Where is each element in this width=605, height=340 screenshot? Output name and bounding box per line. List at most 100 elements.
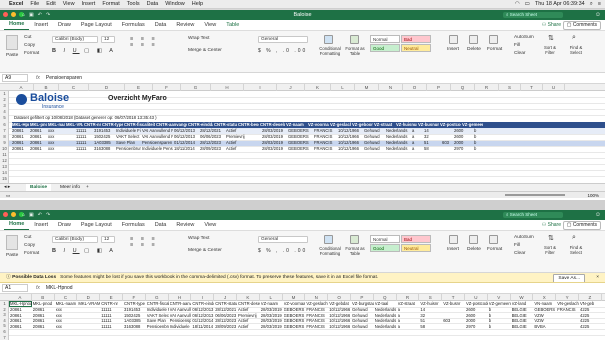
conditional-formatting-button[interactable]: Conditional Formatting [318,46,342,56]
table-cell[interactable] [248,128,261,133]
csv-header-cell[interactable]: VZ-gemeente [489,301,511,306]
csv-cell[interactable]: Nederlands [375,318,397,323]
csv-cell[interactable]: FRANCIS [306,313,328,318]
csv-cell[interactable] [78,318,100,323]
name-box[interactable]: A9 [2,74,28,82]
save-as-button[interactable]: Save As... [553,274,585,282]
search-sheet-input[interactable]: ⌕ Search Sheet [503,12,563,18]
csv-header-cell[interactable]: CNTR-eindd [192,301,214,306]
insert-cells-button[interactable]: Insert [447,247,459,252]
csv-header-cell[interactable]: VZ-geslacht [306,301,328,306]
insert-cells-icon[interactable] [449,235,458,244]
csv-header-cell[interactable]: VZ-burgstaat [352,301,374,306]
csv-cell[interactable]: Individuele [170,324,192,329]
menu-data[interactable]: Data [147,0,159,9]
csv-cell[interactable]: a [398,307,420,312]
table-cell[interactable]: Gehuwd [364,134,385,139]
csv-header-cell[interactable]: VZ-land [512,301,534,306]
redo-icon[interactable]: ↷ [46,10,50,20]
csv-cell[interactable]: VZW [534,318,556,323]
column-header[interactable]: L [260,294,283,301]
table-header-cell[interactable]: VZ-geslacht [330,122,351,127]
table-cell[interactable]: 3163088 [94,146,115,151]
csv-cell[interactable]: Gehuwd [352,318,374,323]
cell-style-normal[interactable]: Normal [370,35,400,43]
column-header[interactable]: Y [556,294,579,301]
csv-cell[interactable]: 10/12/1966 [329,307,351,312]
format-painter-button[interactable]: Format [24,251,39,256]
delete-cells-button[interactable]: Delete [467,47,481,52]
font-size-select[interactable]: 12 [101,36,115,43]
csv-cell[interactable] [78,324,100,329]
table-cell[interactable]: 3191453 [94,128,115,133]
csv-cell[interactable]: FRANCIS [306,318,328,323]
csv-cell[interactable]: 20861 [10,324,32,329]
formula-input[interactable]: Pensioensparen [46,75,82,81]
column-header[interactable]: N [379,84,403,91]
csv-cell[interactable]: 11111 [101,307,123,312]
table-cell[interactable]: 28/03/2019 [262,140,287,145]
csv-header-cell[interactable]: CNTR-deseldatum [238,301,260,306]
table-cell[interactable] [442,146,453,151]
font-family-select[interactable]: Calibri (Body) [52,36,98,43]
csv-cell[interactable]: 06/12/2013 [192,307,214,312]
table-cell[interactable]: Save Plan [116,140,141,145]
table-cell[interactable]: 20861 [12,140,29,145]
csv-cell[interactable]: BELGIE [512,307,534,312]
csv-cell[interactable]: GEBOERS [284,324,306,329]
csv-cell[interactable]: 603 [443,318,465,323]
csv-cell[interactable]: FRANCIS [306,324,328,329]
paste-icon[interactable] [6,35,18,50]
column-header[interactable]: S [419,294,443,301]
table-cell[interactable]: Pensioensparen [142,140,173,145]
csv-cell[interactable]: 1A03385 [124,318,146,323]
csv-header-cell[interactable]: VN-geb [580,301,602,306]
tab-table[interactable]: Table [221,20,244,30]
csv-cell[interactable]: VAI Aanvulle [170,307,192,312]
format-as-table-button[interactable]: Format as Table [344,46,366,56]
csv-cell[interactable]: 11111 [101,318,123,323]
csv-cell[interactable]: 28/09/2023 [215,324,237,329]
column-header[interactable]: E [100,294,123,301]
minimize-window-button-2[interactable] [11,212,16,217]
tab-view[interactable]: View [199,20,221,30]
table-cell[interactable]: Gehuwd [364,146,385,151]
csv-header-cell[interactable]: VZ-busnr [443,301,465,306]
column-header[interactable]: E [125,84,153,91]
battery-icon[interactable]: ▭ [525,0,530,9]
menu-tools[interactable]: Tools [127,0,140,9]
conditional-formatting-icon[interactable] [324,35,333,44]
table-cell[interactable]: 603 [442,140,453,145]
table-cell[interactable] [66,146,75,151]
table-cell[interactable]: FRANCIS [314,146,337,151]
menu-format[interactable]: Format [102,0,119,9]
csv-cell[interactable]: b [489,307,511,312]
column-header[interactable]: J [214,294,237,301]
share-button-2[interactable]: ⚇ Share [542,222,561,228]
column-header[interactable]: P [427,84,451,91]
redo-icon[interactable]: ↷ [46,210,50,220]
sort-filter-icon[interactable]: ⇅ [548,34,554,42]
csv-header-cell[interactable]: CNTR-status [215,301,237,306]
table-cell[interactable]: 20861 [12,128,29,133]
column-header[interactable]: O [328,294,351,301]
csv-cell[interactable]: b [489,318,511,323]
csv-cell[interactable]: 2970 [466,324,488,329]
table-cell[interactable]: 2970 [454,146,473,151]
csv-cell[interactable]: BELGIE [512,313,534,318]
tab-draw[interactable]: Draw [53,20,76,30]
table-cell[interactable]: GEBOERS [288,146,313,151]
table-cell[interactable]: 11111 [76,146,93,151]
cut-button[interactable]: Cut [24,35,31,40]
table-header-cell[interactable]: CNTR-type [102,122,123,127]
merge-center-button[interactable]: Merge & Center [188,248,222,253]
table-cell[interactable]: VAKT Select [116,134,141,139]
table-cell[interactable]: 06/06/2023 [200,134,225,139]
table-cell[interactable]: 10/12/1966 [338,134,363,139]
table-cell[interactable]: 11111 [76,140,93,145]
table-cell[interactable]: Nederlands [386,146,411,151]
csv-cell[interactable]: Gehuwd [352,324,374,329]
csv-cell[interactable] [78,307,100,312]
column-header[interactable]: J [277,84,305,91]
table-cell[interactable]: Nederlands [386,128,411,133]
